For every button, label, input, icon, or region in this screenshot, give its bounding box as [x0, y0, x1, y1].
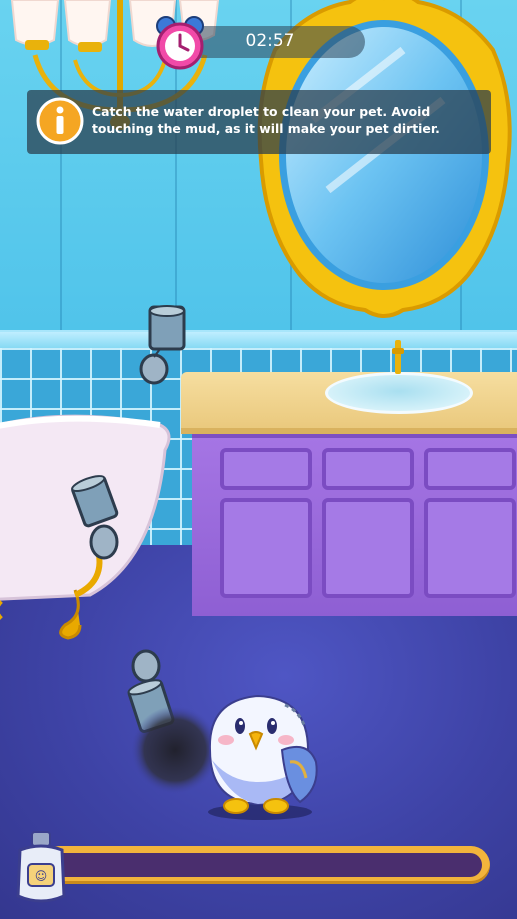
- faucet: [392, 340, 404, 374]
- cabinet-door: [220, 498, 312, 598]
- drawer: [220, 448, 312, 490]
- game-scene[interactable]: 02:57 Catch the water droplet to clean y…: [0, 0, 517, 919]
- shampoo-bottle-icon: ☺: [16, 831, 66, 903]
- wall-trim: [0, 330, 517, 350]
- instruction-text: Catch the water droplet to clean your pe…: [92, 104, 440, 136]
- timer-text: 02:57: [245, 31, 295, 51]
- drawer: [322, 448, 414, 490]
- drawer: [424, 448, 516, 490]
- paint-can-icon[interactable]: [138, 305, 188, 385]
- cabinet-door: [424, 498, 516, 598]
- sink: [325, 372, 473, 414]
- paint-can-icon[interactable]: [68, 472, 124, 562]
- cabinet-door: [322, 498, 414, 598]
- svg-text:☺: ☺: [35, 869, 48, 883]
- vanity-cabinet: [192, 434, 517, 616]
- clean-progress-track: [50, 853, 482, 877]
- info-icon: [36, 97, 84, 145]
- alarm-clock-icon: [156, 16, 204, 70]
- pet-bird[interactable]: [190, 690, 330, 820]
